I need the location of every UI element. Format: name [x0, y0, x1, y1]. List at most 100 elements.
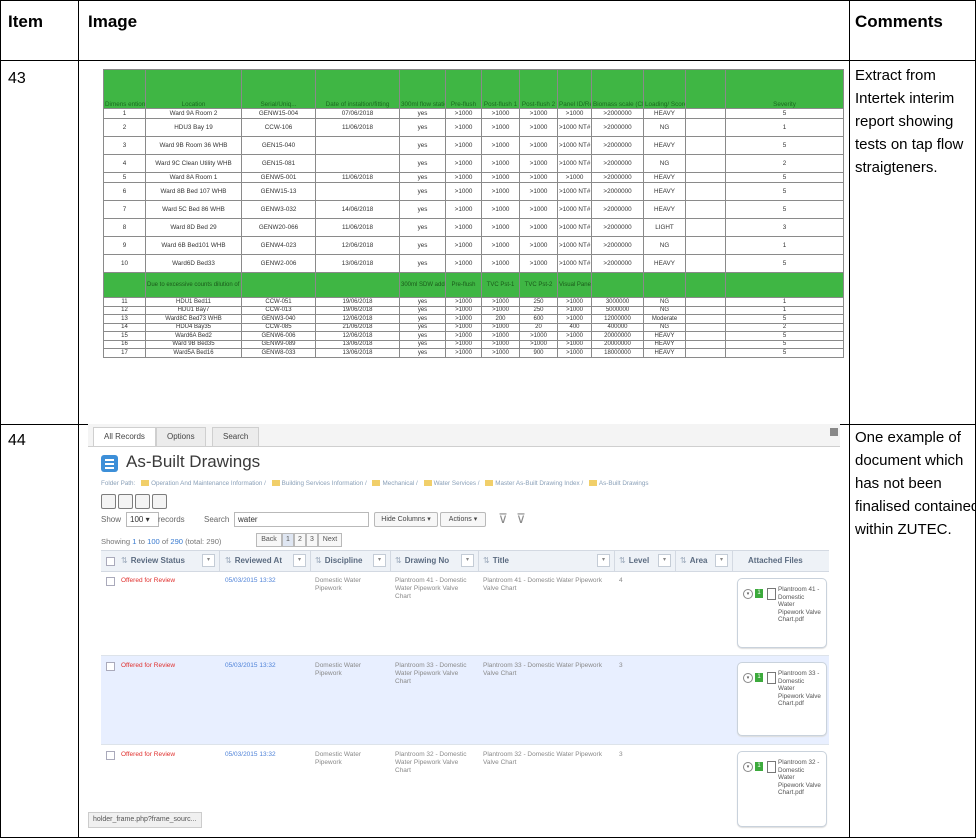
column-level[interactable]: ⇅ Level	[619, 556, 649, 565]
attached-file-card[interactable]: ▾ 1 Plantroom 33 - Domestic Water Pipewo…	[737, 662, 827, 736]
sheet-cell: Panel ID/Ref	[557, 69, 592, 109]
cell-review-status[interactable]: Offered for Review	[121, 577, 216, 585]
pdf-icon[interactable]	[152, 494, 167, 509]
attached-file-name[interactable]: Plantroom 33 - Domestic Water Pipework V…	[778, 670, 822, 708]
sheet-cell: GENW20-066	[241, 218, 316, 237]
sheet-cell: >1000	[481, 348, 520, 358]
sheet-cell	[685, 322, 726, 332]
sheet-row: 1 Ward 9A Room 2 GENW15-004 07/06/2018 yes >1…	[103, 108, 844, 119]
pager-page-1[interactable]: 1	[282, 533, 294, 547]
table-row[interactable]: Offered for Review 05/03/2015 13:32 Dome…	[101, 745, 829, 833]
sheet-cell: >1000 NT#	[557, 154, 592, 173]
sheet-row: 4 Ward 9C Clean Utility WHB GEN15-081 yes >1…	[103, 154, 844, 173]
sheet-cell: 5	[725, 348, 844, 358]
attached-file-card[interactable]: ▾ 1 Plantroom 32 - Domestic Water Pipewo…	[737, 751, 827, 827]
sheet-cell	[315, 182, 400, 201]
records-per-page-select[interactable]: 100 ▾	[126, 512, 159, 527]
cell-review-status[interactable]: Offered for Review	[121, 751, 216, 759]
attached-file-card[interactable]: ▾ 1 Plantroom 41 - Domestic Water Pipewo…	[737, 578, 827, 648]
sheet-cell: >1000	[557, 305, 592, 315]
row-checkbox[interactable]	[106, 662, 115, 671]
actions-button[interactable]: Actions ▾	[440, 512, 486, 527]
sheet-cell	[685, 272, 726, 298]
chevron-down-icon[interactable]: ▾	[743, 589, 753, 599]
filter-icon[interactable]: ⊽	[496, 512, 510, 526]
sheet-cell	[685, 218, 726, 237]
sheet-cell: >1000	[445, 108, 482, 119]
cell-review-status[interactable]: Offered for Review	[121, 662, 216, 670]
sheet-cell: HEAVY	[643, 339, 686, 349]
sheet-cell: 6	[103, 182, 146, 201]
clear-filter-icon[interactable]: ⊽	[514, 512, 528, 526]
sheet-cell: >1000	[445, 331, 482, 341]
breadcrumb-item[interactable]: Water Services /	[434, 480, 480, 487]
column-title[interactable]: ⇅ Title	[483, 556, 509, 565]
sheet-cell: GENW4-023	[241, 236, 316, 255]
sheet-cell: 5	[725, 136, 844, 155]
sheet-cell: Ward 9B Room 36 WHB	[145, 136, 242, 155]
tab-options[interactable]: Options	[156, 427, 206, 446]
sheet-cell: >1000	[481, 236, 520, 255]
pager-next-button[interactable]: Next	[318, 533, 342, 547]
print-icon[interactable]	[101, 494, 116, 509]
column-discipline[interactable]: ⇅ Discipline	[315, 556, 363, 565]
attached-file-name[interactable]: Plantroom 32 - Domestic Water Pipework V…	[778, 759, 822, 797]
chevron-down-icon[interactable]: ▾	[743, 673, 753, 683]
sheet-cell: NG	[643, 236, 686, 255]
column-separator	[478, 551, 479, 571]
sheet-cell: >1000	[481, 331, 520, 341]
sheet-cell: yes	[399, 305, 446, 315]
sheet-cell: 12/06/2018	[315, 314, 400, 324]
item-number-43: 43	[8, 70, 26, 87]
attached-file-name[interactable]: Plantroom 41 - Domestic Water Pipework V…	[778, 586, 822, 624]
breadcrumb-item[interactable]: Building Services Information /	[282, 480, 367, 487]
sheet-cell: 1	[725, 118, 844, 137]
select-all-checkbox[interactable]	[106, 557, 115, 566]
export-icon[interactable]	[118, 494, 133, 509]
column-drawing-no[interactable]: ⇅ Drawing No	[395, 556, 449, 565]
hide-columns-button[interactable]: Hide Columns ▾	[374, 512, 438, 527]
row-checkbox[interactable]	[106, 577, 115, 586]
breadcrumb-item[interactable]: Master As-Built Drawing Index /	[495, 480, 583, 487]
sheet-cell: >1000	[557, 348, 592, 358]
column-separator	[614, 551, 615, 571]
chevron-down-icon[interactable]: ▾	[743, 762, 753, 772]
table-row[interactable]: Offered for Review 05/03/2015 13:32 Dome…	[101, 571, 829, 655]
sheet-cell: 5	[725, 172, 844, 183]
sheet-cell	[685, 154, 726, 173]
filter-box[interactable]: ▾	[202, 554, 215, 567]
filter-box[interactable]: ▾	[597, 554, 610, 567]
sheet-cell	[643, 272, 686, 298]
pager-page-3[interactable]: 3	[306, 533, 318, 547]
filter-box[interactable]: ▾	[715, 554, 728, 567]
breadcrumb-item[interactable]: As-Built Drawings	[599, 480, 649, 487]
sheet-cell: Ward 8A Room 1	[145, 172, 242, 183]
sheet-cell: 15	[103, 331, 146, 341]
sheet-cell: 11/06/2018	[315, 218, 400, 237]
column-review-status[interactable]: ⇅ Review Status	[121, 556, 185, 565]
search-input[interactable]: water	[234, 512, 369, 527]
filter-box[interactable]: ▾	[658, 554, 671, 567]
sheet-cell: >1000	[481, 339, 520, 349]
tab-all-records[interactable]: All Records	[93, 427, 156, 446]
tab-search[interactable]: Search	[212, 427, 260, 446]
cell-reviewed-at: 05/03/2015 13:32	[225, 751, 276, 758]
row-checkbox[interactable]	[106, 751, 115, 760]
pager-back-button[interactable]: Back	[256, 533, 282, 547]
filter-box[interactable]: ▾	[461, 554, 474, 567]
sheet-row: 14 HDU4 Bay35 CCW-085 21/06/2018 yes >1000 >10…	[103, 322, 844, 332]
sheet-cell: >1000	[557, 314, 592, 324]
sheet-cell: 13/06/2018	[315, 348, 400, 358]
sheet-cell: Biomass scale (CFU/ml prior flushing)	[591, 69, 644, 109]
table-row[interactable]: Offered for Review 05/03/2015 13:32 Dome…	[101, 656, 829, 744]
columns-icon[interactable]	[135, 494, 150, 509]
breadcrumb-item[interactable]: Operation And Maintenance Information /	[151, 480, 266, 487]
sheet-cell: 1	[725, 297, 844, 307]
showing-to: 100	[147, 537, 160, 546]
filter-box[interactable]: ▾	[373, 554, 386, 567]
filter-box[interactable]: ▾	[293, 554, 306, 567]
column-reviewed-at[interactable]: ⇅ Reviewed At	[225, 556, 282, 565]
pager-page-2[interactable]: 2	[294, 533, 306, 547]
breadcrumb-item[interactable]: Mechanical /	[382, 480, 417, 487]
column-area[interactable]: ⇅ Area	[680, 556, 708, 565]
